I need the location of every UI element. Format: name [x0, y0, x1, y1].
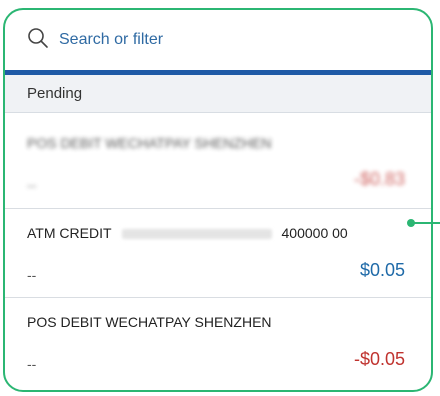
search-bar[interactable] — [5, 10, 431, 70]
transaction-detail: -- — [27, 267, 37, 283]
callout-pointer-dot — [407, 219, 415, 227]
masked-account-number — [121, 229, 272, 240]
transaction-description: POS DEBIT WECHATPAY SHENZHEN — [27, 314, 272, 330]
transaction-row[interactable]: ATM CREDIT 400000 00 -- $0.05 — [5, 209, 431, 298]
transaction-description: POS DEBIT WECHATPAY SHENZHEN — [27, 135, 272, 151]
section-header-pending: Pending — [5, 75, 431, 113]
transaction-amount: -$0.83 — [353, 169, 405, 189]
transaction-description-suffix: 400000 00 — [281, 225, 348, 241]
transaction-description: ATM CREDIT — [27, 225, 112, 241]
transactions-panel: Pending POS DEBIT WECHATPAY SHENZHEN -- … — [3, 8, 433, 392]
transaction-detail: -- — [27, 356, 37, 372]
section-label: Pending — [27, 85, 83, 102]
callout-pointer-line — [411, 222, 440, 224]
transaction-amount: -$0.05 — [353, 349, 405, 369]
transaction-row[interactable]: POS DEBIT WECHATPAY SHENZHEN -- -$0.83 — [5, 113, 431, 209]
transaction-amount: $0.05 — [359, 260, 405, 280]
search-input[interactable] — [59, 31, 359, 49]
search-icon[interactable] — [27, 27, 49, 54]
transaction-detail: -- — [27, 177, 37, 193]
transaction-description-line: ATM CREDIT 400000 00 — [27, 225, 348, 241]
transaction-row[interactable]: POS DEBIT WECHATPAY SHENZHEN -- -$0.05 — [5, 298, 431, 390]
